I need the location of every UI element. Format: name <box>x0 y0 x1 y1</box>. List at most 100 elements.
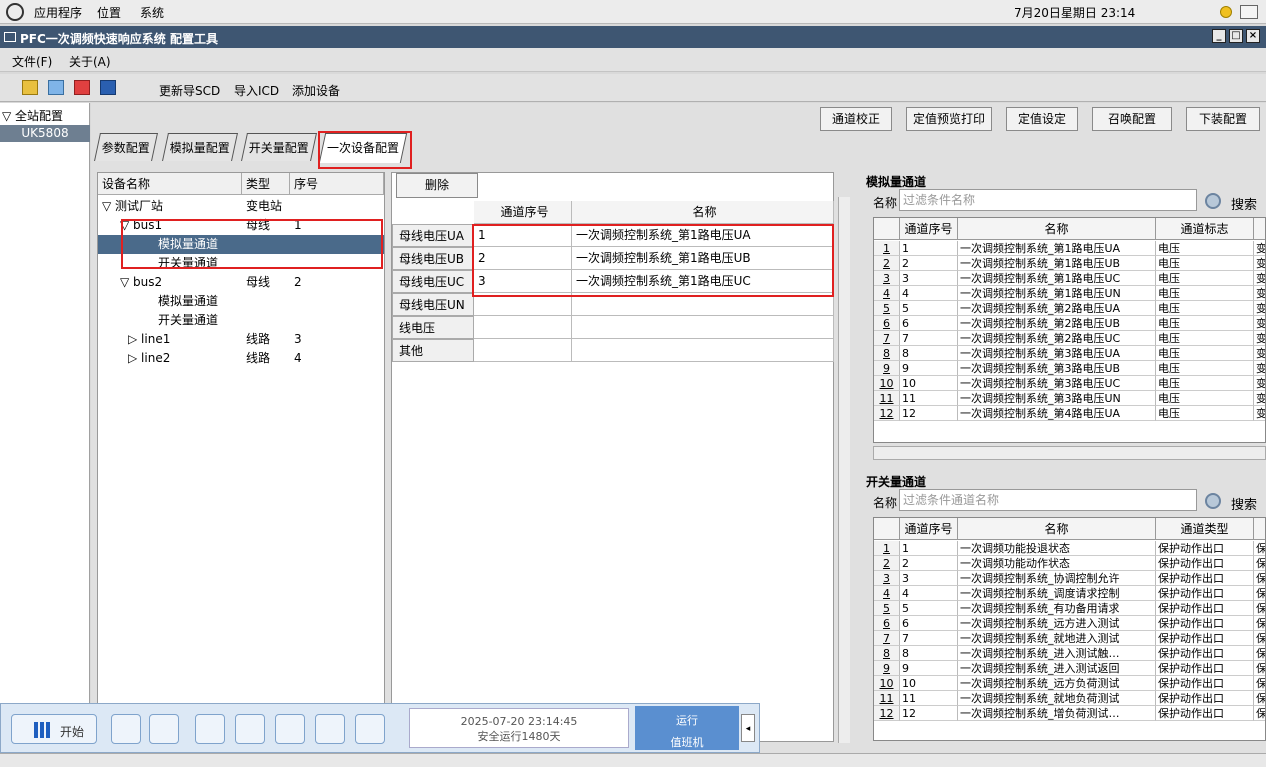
analog-table-row[interactable]: 12 12 一次调频控制系统_第4路电压UA 电压变 <box>874 406 1265 421</box>
tree-row[interactable]: 模拟量通道 <box>98 292 384 311</box>
close-button[interactable]: × <box>1246 29 1260 43</box>
delete-button[interactable]: 删除 <box>396 173 478 198</box>
maximize-button[interactable]: □ <box>1229 29 1243 43</box>
analog-search-icon[interactable] <box>1205 193 1221 209</box>
open-icon[interactable] <box>48 80 64 95</box>
system-menu[interactable]: 系统 <box>140 4 164 21</box>
channel-name-cell[interactable]: 一次调频控制系统_第1路电压UC <box>572 270 834 293</box>
database-icon[interactable] <box>275 714 305 744</box>
analog-table-row[interactable]: 11 11 一次调频控制系统_第3路电压UN 电压变 <box>874 391 1265 406</box>
call-config-button[interactable]: 召唤配置 <box>1092 107 1172 131</box>
digital-col-no[interactable]: 通道序号 <box>900 518 958 540</box>
taskbar-collapse-button[interactable]: ◂ <box>741 714 755 742</box>
analog-search-input[interactable]: 过滤条件名称 <box>899 189 1197 211</box>
analog-table-row[interactable]: 8 8 一次调频控制系统_第3路电压UA 电压变 <box>874 346 1265 361</box>
channel-no-cell[interactable]: 3 <box>474 270 572 293</box>
tree-row[interactable]: 开关量通道 <box>98 254 384 273</box>
digital-col-name[interactable]: 名称 <box>958 518 1156 540</box>
applications-menu[interactable]: 应用程序 <box>34 4 82 21</box>
analog-search-button[interactable]: 搜索 <box>1231 194 1257 213</box>
analog-table-row[interactable]: 10 10 一次调频控制系统_第3路电压UC 电压变 <box>874 376 1265 391</box>
search-doc-icon[interactable] <box>315 714 345 744</box>
new-folder-icon[interactable] <box>22 80 38 95</box>
row-label[interactable]: 母线电压UN <box>392 293 474 316</box>
tab-analog[interactable]: 模拟量配置 <box>162 133 238 161</box>
start-button[interactable]: 开始 <box>11 714 97 744</box>
analog-table-row[interactable]: 2 2 一次调频控制系统_第1路电压UB 电压变 <box>874 256 1265 271</box>
channel-name-cell[interactable] <box>572 339 834 362</box>
digital-table-row[interactable]: 9 9 一次调频控制系统_进入测试返回 保护动作出口保 <box>874 661 1265 676</box>
digital-table-row[interactable]: 10 10 一次调频控制系统_远方负荷测试 保护动作出口保 <box>874 676 1265 691</box>
row-label[interactable]: 母线电压UC <box>392 270 474 293</box>
channel-name-cell[interactable] <box>572 316 834 339</box>
tree-node-uk5808[interactable]: UK5808 <box>0 125 90 142</box>
analog-table-row[interactable]: 7 7 一次调频控制系统_第2路电压UC 电压变 <box>874 331 1265 346</box>
tree-row[interactable]: ▽ bus1 母线 1 <box>98 216 384 235</box>
digital-table-row[interactable]: 7 7 一次调频控制系统_就地进入测试 保护动作出口保 <box>874 631 1265 646</box>
analog-table-row[interactable]: 1 1 一次调频控制系统_第1路电压UA 电压变 <box>874 241 1265 256</box>
add-device-button[interactable]: 添加设备 <box>292 82 340 99</box>
analog-table-row[interactable]: 4 4 一次调频控制系统_第1路电压UN 电压变 <box>874 286 1265 301</box>
analog-col-no[interactable]: 通道序号 <box>900 218 958 240</box>
digital-table-row[interactable]: 2 2 一次调频功能动作状态 保护动作出口保 <box>874 556 1265 571</box>
save-icon[interactable] <box>100 80 116 95</box>
analog-col-name[interactable]: 名称 <box>958 218 1156 240</box>
channel-calibrate-button[interactable]: 通道校正 <box>820 107 892 131</box>
menu-file[interactable]: 文件(F) <box>12 53 52 70</box>
digital-table-row[interactable]: 3 3 一次调频控制系统_协调控制允许 保护动作出口保 <box>874 571 1265 586</box>
tree-row[interactable]: ▽ 测试厂站 变电站 <box>98 197 384 216</box>
tab-params[interactable]: 参数配置 <box>94 133 158 161</box>
keyboard-icon[interactable] <box>1240 5 1258 19</box>
shield-icon[interactable] <box>195 714 225 744</box>
digital-table-row[interactable]: 5 5 一次调频控制系统_有功备用请求 保护动作出口保 <box>874 601 1265 616</box>
digital-search-icon[interactable] <box>1205 493 1221 509</box>
channel-no-cell[interactable]: 1 <box>474 224 572 247</box>
col-num[interactable]: 序号 <box>290 173 384 195</box>
analog-hscroll[interactable] <box>873 446 1266 460</box>
row-label[interactable]: 线电压 <box>392 316 474 339</box>
channel-no-cell[interactable] <box>474 316 572 339</box>
export-icon[interactable] <box>74 80 90 95</box>
digital-search-input[interactable]: 过滤条件通道名称 <box>899 489 1197 511</box>
digital-search-button[interactable]: 搜索 <box>1231 494 1257 513</box>
channel-name-cell[interactable]: 一次调频控制系统_第1路电压UA <box>572 224 834 247</box>
exit-icon[interactable] <box>355 714 385 744</box>
digital-table-row[interactable]: 1 1 一次调频功能投退状态 保护动作出口保 <box>874 541 1265 556</box>
apps-icon[interactable] <box>6 3 24 21</box>
import-icd-button[interactable]: 导入ICD <box>234 82 279 99</box>
tree-row[interactable]: ▷ line2 线路 4 <box>98 349 384 368</box>
digital-col-type[interactable]: 通道类型 <box>1156 518 1254 540</box>
screen-icon[interactable] <box>149 714 179 744</box>
tab-primary-device[interactable]: 一次设备配置 <box>318 133 408 163</box>
col-channel-name[interactable]: 名称 <box>572 201 834 224</box>
tab-switch[interactable]: 开关量配置 <box>241 133 317 161</box>
channel-no-cell[interactable] <box>474 339 572 362</box>
tree-root[interactable]: ▽ 全站配置 <box>2 107 63 124</box>
col-device-name[interactable]: 设备名称 <box>98 173 242 195</box>
monitor-icon[interactable] <box>111 714 141 744</box>
setting-value-button[interactable]: 定值设定 <box>1006 107 1078 131</box>
digital-table-row[interactable]: 8 8 一次调频控制系统_进入测试触… 保护动作出口保 <box>874 646 1265 661</box>
analog-table-row[interactable]: 9 9 一次调频控制系统_第3路电压UB 电压变 <box>874 361 1265 376</box>
menu-about[interactable]: 关于(A) <box>69 53 111 70</box>
digital-table-row[interactable]: 6 6 一次调频控制系统_远方进入测试 保护动作出口保 <box>874 616 1265 631</box>
analog-col-flag[interactable]: 通道标志 <box>1156 218 1254 240</box>
bottom-scrollbar[interactable] <box>0 753 1266 767</box>
digital-table-row[interactable]: 11 11 一次调频控制系统_就地负荷测试 保护动作出口保 <box>874 691 1265 706</box>
row-label[interactable]: 其他 <box>392 339 474 362</box>
bar-chart-icon[interactable] <box>235 714 265 744</box>
analog-table-row[interactable]: 5 5 一次调频控制系统_第2路电压UA 电压变 <box>874 301 1265 316</box>
col-type[interactable]: 类型 <box>242 173 290 195</box>
clock[interactable]: 7月20日星期日 23:14 <box>1014 4 1135 21</box>
update-scd-button[interactable]: 更新导SCD <box>159 82 220 99</box>
analog-table-row[interactable]: 6 6 一次调频控制系统_第2路电压UB 电压变 <box>874 316 1265 331</box>
tree-row[interactable]: 开关量通道 <box>98 311 384 330</box>
tree-row[interactable]: 模拟量通道 <box>98 235 384 254</box>
places-menu[interactable]: 位置 <box>97 4 121 21</box>
tree-row[interactable]: ▽ bus2 母线 2 <box>98 273 384 292</box>
preview-print-button[interactable]: 定值预览打印 <box>906 107 992 131</box>
row-label[interactable]: 母线电压UB <box>392 247 474 270</box>
tree-row[interactable]: ▷ line1 线路 3 <box>98 330 384 349</box>
digital-table-row[interactable]: 12 12 一次调频控制系统_增负荷测试… 保护动作出口保 <box>874 706 1265 721</box>
notification-icon[interactable] <box>1220 6 1232 18</box>
